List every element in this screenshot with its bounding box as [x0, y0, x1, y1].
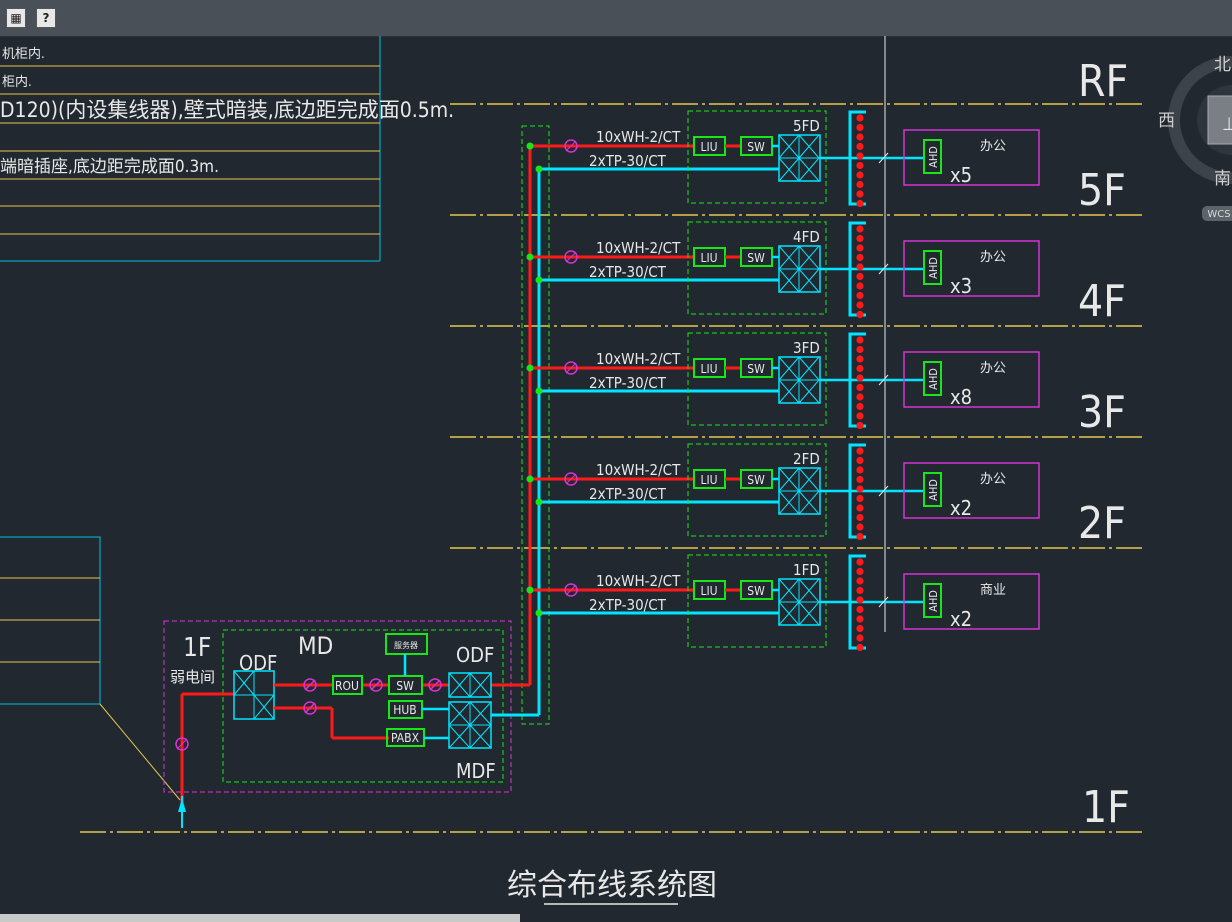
compass-north: 北: [1214, 55, 1231, 75]
room-floor-label: 1F: [183, 633, 211, 663]
outlet-count: x8: [950, 385, 972, 409]
ahd-device: AHD: [927, 479, 940, 501]
fiber-cable-label: 10xWH-2/CT: [596, 572, 681, 590]
floor-label-1f: 1F: [1082, 782, 1130, 833]
diagram-title: 综合布线系统图: [507, 868, 717, 903]
unit-usage-label: 商业: [980, 583, 1006, 598]
fiber-cable-label: 10xWH-2/CT: [596, 239, 681, 257]
mdf-label: MDF: [456, 759, 496, 783]
outlet-count: x5: [950, 163, 972, 187]
note-line-1: 机柜内.: [2, 46, 45, 62]
pabx-device: PABX: [391, 731, 420, 745]
fd-label: 2FD: [793, 450, 820, 468]
md-sw-device: SW: [396, 679, 414, 693]
fiber-cable-label: 10xWH-2/CT: [596, 461, 681, 479]
fd-label: 4FD: [793, 228, 820, 246]
unit-usage-label: 办公: [980, 250, 1006, 265]
md-room: 1F 弱电间 MD ODF ODF MDF ROU SW HUB PABX 服务…: [163, 620, 539, 828]
ahd-device: AHD: [927, 368, 940, 390]
note-line-3: D120)(内设集线器),壁式暗装,底边距完成面0.5m.: [0, 98, 454, 122]
ahd-device: AHD: [927, 146, 940, 168]
copper-cable-label: 2xTP-30/CT: [589, 263, 667, 281]
fd-sw-device: SW: [747, 251, 765, 265]
server-device: 服务器: [394, 640, 418, 650]
floor-label-rf: RF: [1078, 56, 1128, 107]
fd-label: 5FD: [793, 117, 820, 135]
outlet-count: x2: [950, 496, 972, 520]
compass-widget[interactable]: ⊥ 北 西 南 WCS: [1158, 55, 1232, 221]
floor-row-1fd: 10xWH-2/CT 2xTP-30/CT 1FD LIU SW AHD x2 商业: [526, 554, 1040, 652]
floor-rows: 10xWH-2/CT2xTP-30/CT5FDLIU SW AHDx5办公10xWH…: [526, 110, 1040, 652]
rou-device: ROU: [335, 679, 359, 693]
notes-table-left: [0, 536, 181, 801]
fiber-cable-label: 10xWH-2/CT: [596, 128, 681, 146]
compass-west: 西: [1158, 111, 1175, 131]
unit-usage-label: 办公: [980, 361, 1006, 376]
fd-label: 3FD: [793, 339, 820, 357]
note-line-5: 端暗插座,底边距完成面0.3m.: [0, 157, 219, 177]
fd-sw-device: SW: [747, 140, 765, 154]
odf-right-label: ODF: [456, 643, 494, 667]
horizontal-scrollbar[interactable]: [0, 914, 520, 922]
floor-row-3fd: 10xWH-2/CT 2xTP-30/CT 3FD LIU SW AHD x8 办公: [526, 332, 1040, 430]
floor-label-4f: 4F: [1078, 276, 1126, 327]
liu-device: LIU: [700, 362, 717, 376]
compass-south: 南: [1214, 169, 1231, 189]
fd-sw-device: SW: [747, 473, 765, 487]
wcs-label: WCS: [1207, 209, 1230, 220]
copper-cable-label: 2xTP-30/CT: [589, 596, 667, 614]
note-line-2: 柜内.: [2, 74, 32, 90]
cad-drawing: 机柜内. 柜内. D120)(内设集线器),壁式暗装,底边距完成面0.5m. 端…: [0, 36, 1232, 905]
hub-device: HUB: [393, 703, 416, 717]
fd-sw-device: SW: [747, 584, 765, 598]
floor-label-5f: 5F: [1078, 165, 1126, 216]
md-label: MD: [298, 632, 333, 660]
outlet-count: x3: [950, 274, 972, 298]
liu-device: LIU: [700, 140, 717, 154]
copper-cable-label: 2xTP-30/CT: [589, 152, 667, 170]
floor-row-4fd: 10xWH-2/CT 2xTP-30/CT 4FD LIU SW AHD x3 办公: [526, 221, 1040, 319]
copper-cable-label: 2xTP-30/CT: [589, 485, 667, 503]
ahd-device: AHD: [927, 257, 940, 279]
svg-text:⊥: ⊥: [1222, 114, 1232, 135]
room-name-label: 弱电间: [170, 668, 215, 686]
unit-usage-label: 办公: [980, 139, 1006, 154]
notes-table-lines: [0, 65, 380, 235]
ahd-device: AHD: [927, 590, 940, 612]
copper-cable-label: 2xTP-30/CT: [589, 374, 667, 392]
fd-sw-device: SW: [747, 362, 765, 376]
fiber-cable-label: 10xWH-2/CT: [596, 350, 681, 368]
floor-label-3f: 3F: [1078, 387, 1126, 438]
unit-usage-label: 办公: [980, 472, 1006, 487]
outlet-count: x2: [950, 607, 972, 631]
floor-row-2fd: 10xWH-2/CT 2xTP-30/CT 2FD LIU SW AHD x2 办公: [526, 443, 1040, 541]
notes-table-top: [0, 36, 381, 262]
liu-device: LIU: [700, 251, 717, 265]
liu-device: LIU: [700, 473, 717, 487]
floor-level-labels: RF 5F 4F 3F 2F 1F: [1078, 56, 1130, 833]
fd-label: 1FD: [793, 561, 820, 579]
liu-device: LIU: [700, 584, 717, 598]
floor-row-5fd: 10xWH-2/CT 2xTP-30/CT 5FD LIU SW AHD x5 办公: [526, 110, 1040, 208]
floor-label-2f: 2F: [1078, 498, 1126, 549]
